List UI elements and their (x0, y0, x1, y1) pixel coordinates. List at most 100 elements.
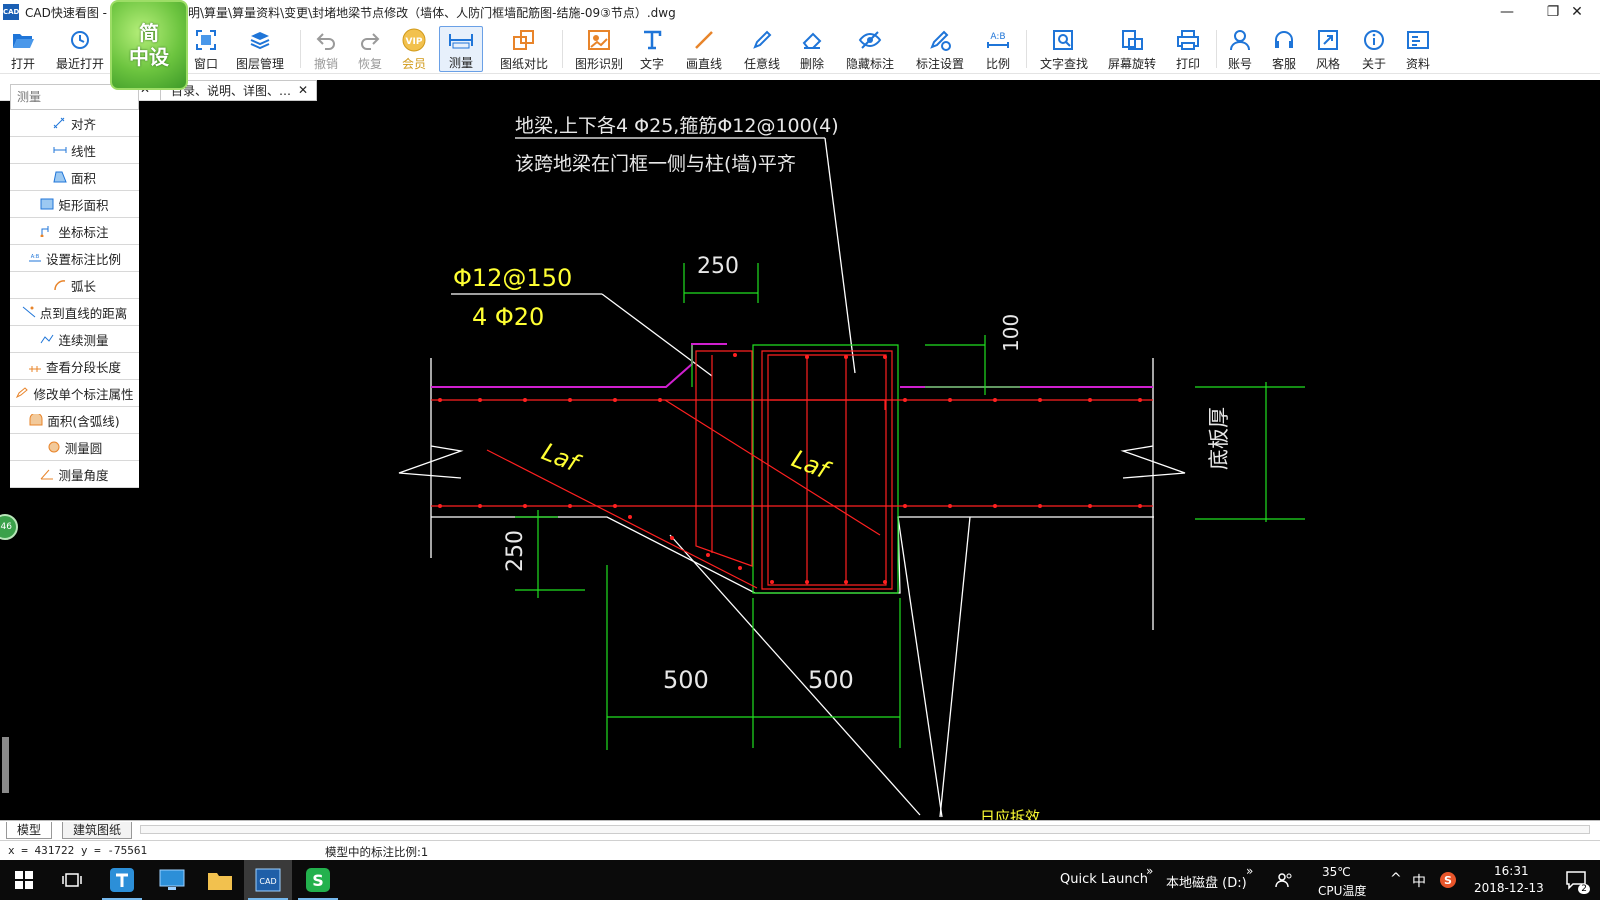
compare-button[interactable]: 图纸对比 (498, 26, 550, 72)
about-button[interactable]: 关于 (1358, 26, 1390, 72)
text-search-button[interactable]: 文字查找 (1036, 26, 1092, 72)
start-button[interactable] (0, 860, 48, 900)
tray-chevron-up-icon[interactable]: ^ (1390, 871, 1402, 887)
measure-tool-arc-area[interactable]: 面积(含弧线) (10, 407, 139, 434)
taskbar-app-s[interactable]: S (294, 860, 342, 900)
hide-dimension-button[interactable]: 隐藏标注 (842, 26, 898, 72)
svg-text:A:B: A:B (990, 32, 1005, 42)
redo-button[interactable]: 恢复 (354, 26, 386, 72)
minimize-button[interactable]: — (1484, 0, 1530, 24)
measure-tool-arc-length[interactable]: 弧长 (10, 272, 139, 299)
measure-tool-linear-dim[interactable]: 线性 (10, 137, 139, 164)
measure-tool-continuous[interactable]: 连续测量 (10, 326, 139, 353)
taskbar-app-t[interactable] (98, 860, 146, 900)
measure-tool-rect-area[interactable]: 矩形面积 (10, 191, 139, 218)
rotate-screen-button[interactable]: 屏幕旋转 (1104, 26, 1160, 72)
clock-time[interactable]: 16:31 (1494, 864, 1529, 878)
measure-tool-edit-dim[interactable]: 修改单个标注属性 (10, 380, 139, 407)
measure-tool-label: 面积 (70, 170, 96, 186)
scale-button[interactable]: A:B 比例 (982, 26, 1014, 72)
vip-button[interactable]: VIP 会员 (398, 26, 430, 72)
history-icon (68, 26, 92, 54)
print-button[interactable]: 打印 (1172, 26, 1204, 72)
measure-button[interactable]: 测量 (439, 26, 483, 72)
style-expand-icon (1317, 26, 1339, 54)
chevron-icon: » (1146, 864, 1154, 878)
edit-dim-icon (15, 387, 29, 399)
windows-taskbar: CAD S Quick Launch » 本地磁盘 (D:) » 35℃ CPU… (0, 860, 1600, 900)
point-line-icon (22, 306, 36, 318)
notification-center-button[interactable]: 2 (1552, 860, 1600, 900)
svg-text:A:B: A:B (31, 254, 40, 260)
open-button[interactable]: 打开 (4, 26, 42, 72)
dim-scale-icon: A:B (28, 252, 42, 264)
horizontal-scrollbar[interactable] (140, 825, 1590, 834)
measure-tool-coordinate[interactable]: 坐标标注 (10, 218, 139, 245)
quick-launch-label[interactable]: Quick Launch (1060, 872, 1148, 887)
tab-model[interactable]: 模型 (6, 822, 53, 839)
measure-tool-label: 连续测量 (58, 332, 109, 348)
sogou-tray-button[interactable]: S (1432, 860, 1464, 900)
text-tool-icon (641, 26, 663, 54)
close-window-button[interactable]: ✕ (1554, 0, 1600, 24)
dim-settings-button[interactable]: 标注设置 (912, 26, 968, 72)
coordinate-icon (40, 225, 54, 237)
laf-label-left: Laf (538, 438, 586, 479)
taskbar-cad-viewer[interactable]: CAD (244, 860, 292, 900)
resources-button[interactable]: 资料 (1402, 26, 1434, 72)
clock-date[interactable]: 2018-12-13 (1474, 881, 1544, 895)
measure-tool-label: 弧长 (70, 278, 96, 294)
style-button[interactable]: 风格 (1312, 26, 1344, 72)
tab-architecture[interactable]: 建筑图纸 (62, 822, 133, 839)
ime-indicator[interactable]: 中 (1412, 871, 1426, 891)
measure-tool-segment[interactable]: 查看分段长度 (10, 353, 139, 380)
arc-area-icon (29, 414, 43, 426)
taskbar-file-explorer[interactable] (196, 860, 244, 900)
layout-tab-bar: 模型 建筑图纸 (0, 820, 1600, 839)
recent-button[interactable]: 最近打开 (52, 26, 108, 72)
ruler-icon (448, 27, 474, 53)
people-icon (1275, 873, 1292, 888)
svg-text:CAD: CAD (259, 877, 276, 886)
measure-tool-align-dim[interactable]: 对齐 (10, 110, 139, 137)
account-button[interactable]: 账号 (1224, 26, 1256, 72)
info-icon (1363, 26, 1385, 54)
task-view-button[interactable] (48, 860, 96, 900)
redo-icon (359, 26, 381, 54)
undo-icon (315, 26, 337, 54)
measure-tool-point-line[interactable]: 点到直线的距离 (10, 299, 139, 326)
measure-tool-dim-scale[interactable]: A:B 设置标注比例 (10, 245, 139, 272)
local-disk-label[interactable]: 本地磁盘 (D:) (1166, 872, 1247, 891)
vertical-scroll-thumb[interactable] (2, 737, 9, 793)
layers-button[interactable]: 图层管理 (232, 26, 288, 72)
measure-tool-angle[interactable]: 测量角度 (10, 461, 139, 488)
eye-hide-icon (858, 26, 882, 54)
draw-line-button[interactable]: 画直线 (682, 26, 726, 72)
measure-panel: 对齐线性面积矩形面积坐标标注 A:B 设置标注比例弧长点到直线的距离连续测量查看分段… (10, 84, 139, 488)
measure-tool-label: 测量圆 (64, 440, 103, 456)
dim-500-right: 500 (808, 666, 854, 694)
printer-icon (1176, 26, 1200, 54)
bottom-note: 日应拆效 (980, 808, 1040, 820)
beam-note-line2: 该跨地梁在门框一侧与柱(墙)平齐 (515, 153, 796, 175)
taskbar-app-monitor[interactable] (148, 860, 196, 900)
measure-tool-area[interactable]: 面积 (10, 164, 139, 191)
delete-button[interactable]: 删除 (796, 26, 828, 72)
measure-tool-circle[interactable]: 测量圆 (10, 434, 139, 461)
window-title-path: 明\算量\算量资料\变更\封堵地梁节点修改（墙体、人防门框墙配筋图-结施-09③… (188, 6, 676, 20)
freeline-button[interactable]: 任意线 (740, 26, 784, 72)
measure-tool-label: 对齐 (70, 116, 96, 132)
rotate-screen-icon (1120, 26, 1144, 54)
document-tab-close-button[interactable]: ✕ (298, 83, 308, 97)
recognize-button[interactable]: 图形识别 (572, 26, 626, 72)
people-button[interactable] (1266, 860, 1302, 900)
folder-icon (208, 873, 232, 890)
service-button[interactable]: 客服 (1268, 26, 1300, 72)
measure-tool-label: 设置标注比例 (45, 251, 121, 267)
svg-text:S: S (1444, 874, 1452, 887)
rect-area-icon (40, 198, 54, 210)
drawing-canvas[interactable]: Φ12@150 4 Φ20 Laf Laf 日应拆效 地梁,上下各4 Φ25,箍… (0, 80, 1600, 820)
window-button[interactable]: 窗口 (188, 26, 224, 72)
undo-button[interactable]: 撤销 (310, 26, 342, 72)
text-button[interactable]: 文字 (636, 26, 668, 72)
